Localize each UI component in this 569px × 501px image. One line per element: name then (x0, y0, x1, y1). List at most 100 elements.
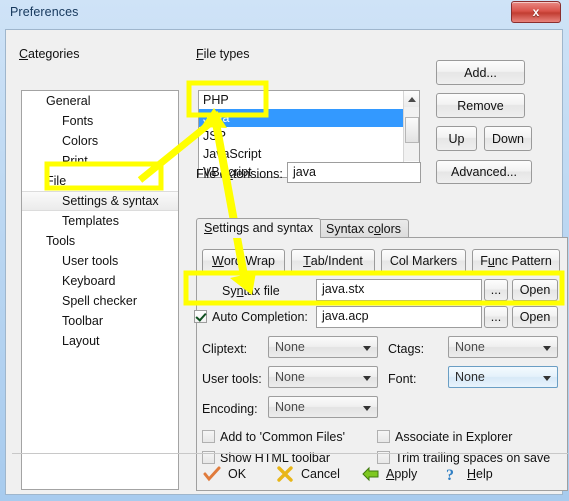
category-item[interactable]: Print (22, 151, 178, 171)
cliptext-label: Cliptext: (202, 342, 248, 356)
user-tools-label: User tools: (202, 372, 262, 386)
tab-syntax-colors[interactable]: Syntax colors (318, 219, 410, 238)
category-item[interactable]: Toolbar (22, 311, 178, 331)
encoding-label: Encoding: (202, 402, 258, 416)
col-markers-label: Col Markers (389, 254, 458, 268)
cliptext-value: None (275, 340, 305, 354)
svg-text:?: ? (446, 467, 454, 483)
add-to-common-files-checkbox[interactable]: Add to 'Common Files' (202, 430, 345, 444)
window-title: Preferences (10, 5, 79, 19)
cancel-button[interactable]: Cancel (275, 463, 340, 485)
file-extensions-input[interactable]: java (287, 162, 421, 183)
remove-button[interactable]: Remove (436, 93, 525, 118)
category-item[interactable]: Layout (22, 331, 178, 351)
encoding-combo[interactable]: None (268, 396, 378, 418)
cliptext-combo[interactable]: None (268, 336, 378, 358)
question-mark-icon: ? (441, 465, 461, 483)
chevron-down-icon (363, 346, 371, 351)
apply-button[interactable]: Apply (360, 463, 417, 485)
ctags-value: None (455, 340, 485, 354)
category-item[interactable]: Fonts (22, 111, 178, 131)
auto-completion-checkbox[interactable]: Auto Completion: (194, 310, 308, 324)
tab-strip: Settings and syntax Syntax colors (196, 218, 568, 238)
font-label: Font: (388, 372, 417, 386)
checkbox-icon (202, 430, 215, 443)
left-arrow-icon (360, 465, 380, 483)
chevron-down-icon (363, 376, 371, 381)
word-wrap-button[interactable]: Word Wrap (202, 249, 285, 273)
close-button[interactable]: x (511, 1, 561, 23)
func-pattern-button[interactable]: Fu nc Pattern (472, 249, 560, 273)
advanced-button[interactable]: Advanced... (436, 160, 532, 184)
apply-button-label: Apply (386, 467, 418, 481)
down-button[interactable]: Down (484, 126, 532, 151)
down-button-label: Down (492, 131, 524, 146)
auto-completion-label: Auto Completion: (212, 310, 308, 324)
add-button-label: Add... (464, 65, 497, 80)
file-types-label: File types (196, 47, 250, 61)
chevron-down-icon (543, 346, 551, 351)
syntax-file-open-button[interactable]: Open (512, 279, 558, 301)
close-icon: x (532, 5, 540, 19)
title-bar: Preferences x (0, 0, 569, 28)
cancel-button-label: Cancel (301, 467, 340, 481)
associate-in-explorer-checkbox[interactable]: Associate in Explorer (377, 430, 512, 444)
tab-settings-and-syntax[interactable]: Settings and syntax (196, 218, 322, 238)
col-markers-button[interactable]: Col Markers (381, 249, 466, 273)
scrollbar-thumb[interactable] (405, 117, 419, 143)
up-button[interactable]: Up (436, 126, 477, 151)
category-item[interactable]: General (22, 91, 178, 111)
categories-tree[interactable]: General Fonts Colors Print File Settings & sy… (21, 90, 179, 490)
syntax-file-label: Syntax file (222, 284, 280, 298)
user-tools-value: None (275, 370, 305, 384)
chevron-down-icon (543, 376, 551, 381)
file-type-item[interactable]: JSP (199, 127, 402, 145)
user-tools-combo[interactable]: None (268, 366, 378, 388)
encoding-value: None (275, 400, 305, 414)
categories-label: Categories (19, 47, 80, 61)
dialog-client-area: Categories General Fonts Colors Print File Se… (5, 29, 568, 495)
file-type-item[interactable]: JavaScript (199, 145, 402, 163)
category-item[interactable]: Keyboard (22, 271, 178, 291)
file-type-item[interactable]: PHP (199, 91, 402, 109)
advanced-button-label: Advanced... (450, 165, 517, 179)
ctags-label: Ctags: (388, 342, 425, 356)
auto-completion-browse-button[interactable]: ... (484, 306, 508, 328)
syntax-file-input[interactable]: java.stx (316, 279, 482, 301)
category-item[interactable]: Colors (22, 131, 178, 151)
scroll-up-icon[interactable] (404, 91, 419, 107)
ok-button[interactable]: OK (202, 463, 246, 485)
syntax-file-open-label: Open (519, 283, 551, 297)
category-item[interactable]: File (22, 171, 178, 191)
syntax-file-browse-button[interactable]: ... (484, 279, 508, 301)
help-button[interactable]: ? Help (441, 463, 493, 485)
category-item[interactable]: Spell checker (22, 291, 178, 311)
ctags-combo[interactable]: None (448, 336, 558, 358)
auto-completion-input[interactable]: java.acp (316, 306, 482, 328)
auto-completion-open-label: Open (519, 310, 551, 324)
syntax-file-browse-label: ... (490, 283, 502, 297)
category-item[interactable]: Tools (22, 231, 178, 251)
font-combo[interactable]: None (448, 366, 558, 388)
checkbox-icon (377, 430, 390, 443)
associate-in-explorer-label: Associate in Explorer (395, 430, 513, 444)
chevron-down-icon (363, 406, 371, 411)
file-extensions-label: File extensions: (196, 167, 283, 181)
file-type-item[interactable]: Java (199, 109, 408, 127)
remove-button-label: Remove (457, 98, 504, 113)
category-item[interactable]: User tools (22, 251, 178, 271)
checkmark-icon (202, 465, 222, 483)
x-mark-icon (275, 465, 295, 483)
ok-button-label: OK (228, 467, 247, 481)
category-item[interactable]: Templates (22, 211, 178, 231)
checkbox-icon (194, 310, 207, 323)
auto-completion-open-button[interactable]: Open (512, 306, 558, 328)
add-button[interactable]: Add... (436, 60, 525, 85)
tab-indent-button[interactable]: Tab/Indent (291, 249, 375, 273)
help-button-label: Help (467, 467, 493, 481)
auto-completion-browse-label: ... (490, 310, 502, 324)
up-button-label: Up (448, 131, 465, 146)
preferences-dialog: Preferences x Categories General Fonts Col… (0, 0, 569, 501)
font-value: None (455, 370, 485, 384)
category-item[interactable]: Settings & syntax (22, 191, 178, 211)
